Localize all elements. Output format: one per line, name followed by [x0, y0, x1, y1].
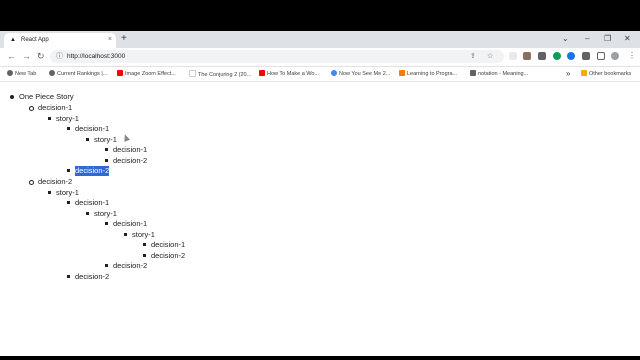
list-bullet — [29, 180, 34, 185]
list-bullet — [29, 106, 34, 111]
tab-strip: ▲ React App × + ⌄ – ❐ ✕ — [0, 31, 640, 48]
globe-icon — [49, 70, 55, 76]
tree-node-decision[interactable]: decision-2 — [113, 156, 147, 166]
extension-icon[interactable] — [509, 52, 517, 60]
folder-icon — [581, 70, 587, 76]
globe-icon — [7, 70, 13, 76]
extension-icon[interactable] — [553, 52, 561, 60]
google-icon — [331, 70, 337, 76]
tree-node-decision[interactable]: decision-1 — [113, 145, 147, 155]
tree-node-decision-selected[interactable]: decision-2 — [75, 166, 110, 176]
profile-avatar-icon[interactable] — [611, 52, 619, 60]
bookmark-conjuring[interactable]: The Conjuring 2 (20... — [189, 70, 251, 78]
react-app-favicon-icon: ▲ — [10, 37, 16, 43]
bookmark-how-to-make[interactable]: How To Make a Wo... — [259, 70, 319, 78]
tree-node-story[interactable]: story-1 — [94, 135, 117, 145]
list-bullet — [10, 95, 14, 99]
tree-node-story[interactable]: story-1 — [94, 209, 117, 219]
list-bullet — [105, 222, 108, 225]
bookmark-star-icon[interactable]: ☆ — [487, 52, 493, 61]
share-icon[interactable]: ⇪ — [470, 52, 476, 61]
site-info-icon[interactable]: ⓘ — [56, 52, 63, 61]
list-bullet — [105, 264, 108, 267]
bookmarks-overflow-button[interactable]: » — [566, 70, 570, 78]
bookmark-notation[interactable]: notation - Meaning... — [470, 70, 528, 78]
new-tab-button[interactable]: + — [121, 33, 127, 45]
list-bullet — [105, 148, 108, 151]
bookmark-now-you-see-me[interactable]: Now You See Me 2... — [331, 70, 390, 78]
page-content: One Piece Story decision-1 story-1 decis… — [0, 82, 640, 356]
tab-title: React App — [21, 37, 49, 43]
youtube-icon — [259, 70, 265, 76]
list-bullet — [48, 117, 51, 120]
maximize-button[interactable]: ❐ — [604, 34, 611, 44]
tree-node-decision[interactable]: decision-2 — [75, 272, 109, 282]
close-window-button[interactable]: ✕ — [624, 34, 631, 44]
back-button[interactable]: ← — [7, 51, 16, 62]
list-bullet — [67, 275, 70, 278]
blogger-icon — [399, 70, 405, 76]
list-bullet — [67, 127, 70, 130]
tree-root: One Piece Story — [19, 92, 74, 101]
list-bullet — [105, 159, 108, 162]
tree-node-decision[interactable]: decision-2 — [38, 177, 72, 187]
tab-react-app[interactable]: ▲ React App × — [4, 33, 116, 48]
mouse-cursor-icon — [121, 133, 131, 142]
tab-search-icon[interactable]: ⌄ — [562, 34, 569, 44]
forward-button[interactable]: → — [22, 51, 31, 62]
tree-node-decision[interactable]: decision-1 — [38, 103, 72, 113]
list-bullet — [143, 243, 146, 246]
tree-node-decision[interactable]: decision-2 — [113, 261, 147, 271]
close-tab-icon[interactable]: × — [108, 36, 112, 44]
url-text[interactable]: http://localhost:3000 — [67, 53, 125, 61]
list-bullet — [67, 201, 70, 204]
bookmark-new-tab[interactable]: New Tab — [7, 70, 36, 78]
menu-icon[interactable]: ⋮ — [628, 51, 636, 61]
extensions-puzzle-icon[interactable] — [582, 52, 590, 60]
list-bullet — [124, 233, 127, 236]
extension-icon[interactable] — [567, 52, 575, 60]
youtube-icon — [117, 70, 123, 76]
side-panel-icon[interactable] — [597, 52, 605, 60]
tree-node-decision[interactable]: decision-1 — [75, 198, 109, 208]
list-bullet — [143, 254, 146, 257]
bookmark-current-rankings[interactable]: Current Rankings |... — [49, 70, 107, 78]
page-icon — [189, 70, 196, 77]
list-bullet — [86, 212, 89, 215]
list-bullet — [86, 138, 89, 141]
tree-node-decision[interactable]: decision-2 — [151, 251, 185, 261]
other-bookmarks-folder[interactable]: Other bookmarks — [581, 70, 631, 78]
bookmarks-bar: New Tab Current Rankings |... Image Zoom… — [0, 67, 640, 82]
browser-window: ▲ React App × + ⌄ – ❐ ✕ ← → ↻ ⓘ http://l… — [0, 31, 640, 356]
tree-node-decision[interactable]: decision-1 — [113, 219, 147, 229]
bookmark-learning[interactable]: Learning to Progra... — [399, 70, 457, 78]
minimize-button[interactable]: – — [585, 34, 589, 44]
list-bullet — [67, 169, 70, 172]
tree-node-decision[interactable]: decision-1 — [151, 240, 185, 250]
extension-icon[interactable] — [523, 52, 531, 60]
stack-icon — [470, 70, 476, 76]
bookmark-image-zoom[interactable]: Image Zoom Effect... — [117, 70, 176, 78]
tree-node-decision[interactable]: decision-1 — [75, 124, 109, 134]
tree-node-story[interactable]: story-1 — [132, 230, 155, 240]
address-bar[interactable]: ⓘ http://localhost:3000 ⇪ ☆ — [50, 50, 504, 63]
list-bullet — [48, 191, 51, 194]
extension-icon[interactable] — [538, 52, 546, 60]
reload-button[interactable]: ↻ — [37, 51, 45, 62]
toolbar: ← → ↻ ⓘ http://localhost:3000 ⇪ ☆ ⋮ — [0, 48, 640, 67]
tree-node-story[interactable]: story-1 — [56, 188, 79, 198]
tree-node-story[interactable]: story-1 — [56, 114, 79, 124]
